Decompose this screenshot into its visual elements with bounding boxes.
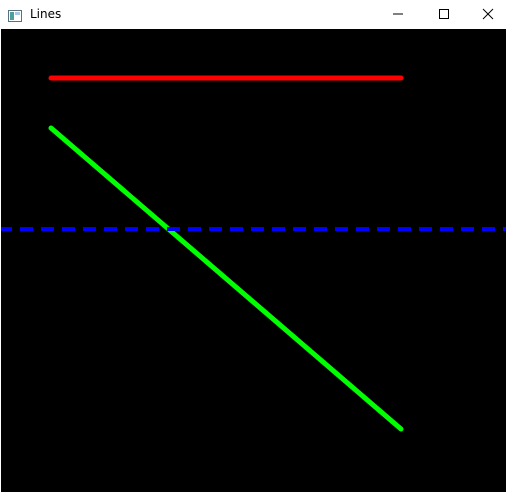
maximize-icon — [439, 9, 449, 19]
window-title: Lines — [30, 7, 62, 21]
close-icon — [482, 8, 494, 20]
lines-drawing — [1, 75, 506, 432]
minimize-icon — [393, 13, 403, 15]
maximize-button[interactable] — [421, 0, 467, 29]
drawing-canvas — [1, 29, 506, 492]
app-window: Lines — [0, 0, 507, 492]
window-app-icon — [8, 7, 22, 22]
minimize-button[interactable] — [375, 0, 421, 29]
green-line — [48, 125, 404, 432]
close-button[interactable] — [465, 0, 507, 29]
title-bar[interactable]: Lines — [0, 0, 507, 29]
